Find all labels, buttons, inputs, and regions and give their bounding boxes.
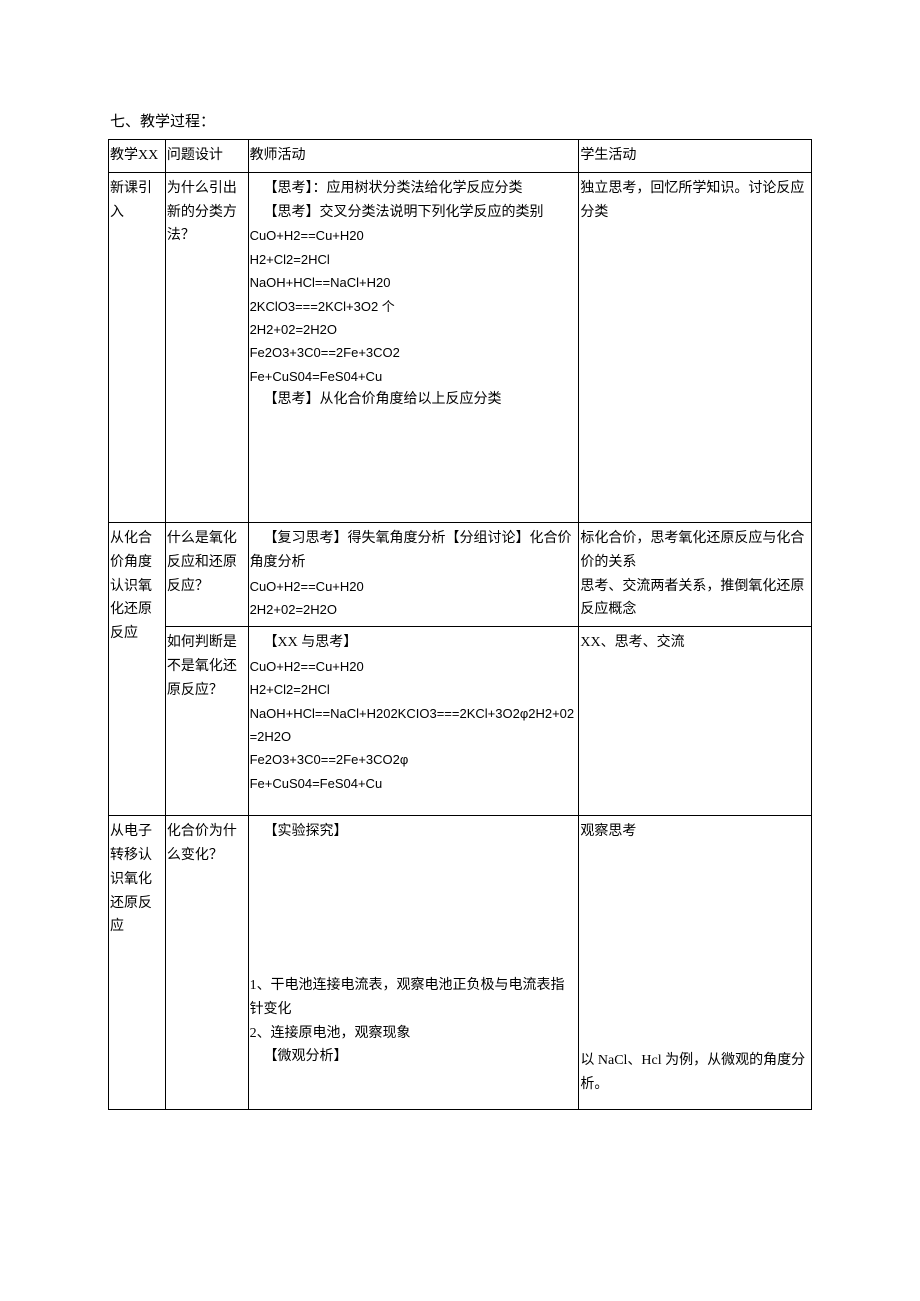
equation: H2+Cl2=2HCl: [250, 678, 577, 701]
text-line: 【思考】：应用树状分类法给化学反应分类: [250, 177, 577, 201]
equation: 2H2+02=2H2O: [250, 598, 577, 621]
equation: 2H2+02=2H2O: [250, 318, 577, 341]
equation: Fe+CuS04=FeS04+Cu: [250, 772, 577, 795]
cell-stage: 从化合价角度认识氧化还原反应: [109, 522, 166, 815]
cell-student: 观察思考 以 NaCl、Hcl 为例，从微观的角度分析。: [579, 816, 812, 1110]
text-line: 【思考】交叉分类法说明下列化学反应的类别: [250, 201, 577, 225]
table-header-row: 教学XX 问题设计 教师活动 学生活动: [109, 140, 812, 173]
cell-teacher: 【XX 与思考】 CuO+H2==Cu+H20 H2+Cl2=2HCl NaOH…: [248, 627, 579, 816]
text-line: 以 NaCl、Hcl 为例，从微观的角度分析。: [580, 1049, 809, 1097]
text-line: 【复习思考】得失氧角度分析【分组讨论】化合价角度分析: [250, 527, 577, 575]
cell-student: 独立思考，回忆所学知识。讨论反应分类: [579, 172, 812, 522]
section-heading: 七、教学过程：: [110, 110, 812, 131]
equation: Fe2O3+3C0==2Fe+3CO2: [250, 341, 577, 364]
cell-teacher: 【实验探究】 1、干电池连接电流表，观察电池正负极与电流表指针变化 2、连接原电…: [248, 816, 579, 1110]
text-line: 观察思考: [580, 820, 809, 844]
lesson-plan-table: 教学XX 问题设计 教师活动 学生活动 新课引入 为什么引出新的分类方法？ 【思…: [108, 139, 812, 1110]
header-cell-teacher: 教师活动: [248, 140, 579, 173]
table-row: 如何判断是不是氧化还原反应？ 【XX 与思考】 CuO+H2==Cu+H20 H…: [109, 627, 812, 816]
cell-student: XX、思考、交流: [579, 627, 812, 816]
cell-teacher: 【思考】：应用树状分类法给化学反应分类 【思考】交叉分类法说明下列化学反应的类别…: [248, 172, 579, 522]
header-cell-question: 问题设计: [165, 140, 248, 173]
equation: CuO+H2==Cu+H20: [250, 224, 577, 247]
equation: NaOH+HCl==NaCl+H20: [250, 271, 577, 294]
cell-question: 为什么引出新的分类方法？: [165, 172, 248, 522]
equation: 2KClO3===2KCl+3O2 个: [250, 295, 577, 318]
header-cell-stage: 教学XX: [109, 140, 166, 173]
equation: NaOH+HCl==NaCl+H202KCIO3===2KCl+3O2φ2H2+…: [250, 702, 577, 749]
text-line: 【实验探究】: [250, 820, 577, 844]
equation: CuO+H2==Cu+H20: [250, 655, 577, 678]
equation: Fe2O3+3C0==2Fe+3CO2φ: [250, 748, 577, 771]
text-line: 2、连接原电池，观察现象: [250, 1022, 577, 1046]
text-line: 【XX 与思考】: [250, 631, 577, 655]
equation: Fe+CuS04=FeS04+Cu: [250, 365, 577, 388]
table-row: 从化合价角度认识氧化还原反应 什么是氧化反应和还原反应？ 【复习思考】得失氧角度…: [109, 522, 812, 626]
cell-question: 什么是氧化反应和还原反应？: [165, 522, 248, 626]
cell-stage: 新课引入: [109, 172, 166, 522]
header-cell-student: 学生活动: [579, 140, 812, 173]
cell-stage: 从电子转移认识氧化还原反应: [109, 816, 166, 1110]
text-line: 1、干电池连接电流表，观察电池正负极与电流表指针变化: [250, 974, 577, 1022]
cell-question: 化合价为什么变化？: [165, 816, 248, 1110]
equation: H2+Cl2=2HCl: [250, 248, 577, 271]
text-line: 【思考】从化合价角度给以上反应分类: [250, 388, 577, 412]
cell-teacher: 【复习思考】得失氧角度分析【分组讨论】化合价角度分析 CuO+H2==Cu+H2…: [248, 522, 579, 626]
table-row: 从电子转移认识氧化还原反应 化合价为什么变化？ 【实验探究】 1、干电池连接电流…: [109, 816, 812, 1110]
equation: CuO+H2==Cu+H20: [250, 575, 577, 598]
cell-question: 如何判断是不是氧化还原反应？: [165, 627, 248, 816]
cell-student: 标化合价，思考氧化还原反应与化合价的关系 思考、交流两者关系，推倒氧化还原反应概…: [579, 522, 812, 626]
text-line: 【微观分析】: [250, 1045, 577, 1069]
table-row: 新课引入 为什么引出新的分类方法？ 【思考】：应用树状分类法给化学反应分类 【思…: [109, 172, 812, 522]
